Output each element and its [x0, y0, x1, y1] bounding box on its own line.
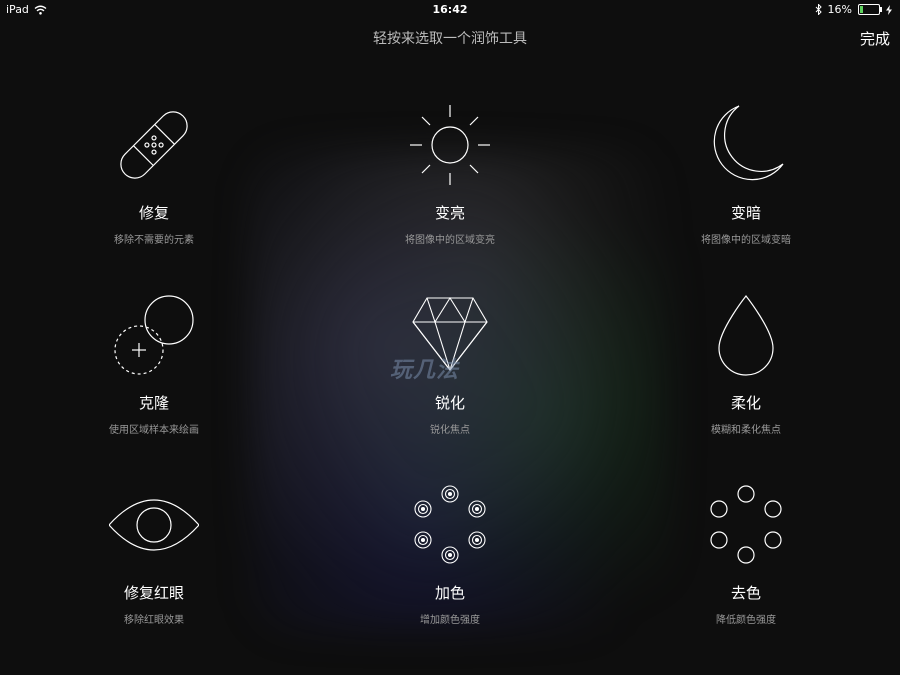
- battery-icon: [858, 4, 882, 15]
- tool-description: 移除红眼效果: [124, 615, 184, 626]
- sun-icon: [410, 105, 490, 185]
- tool-description: 移除不需要的元素: [114, 235, 194, 246]
- tool-soften[interactable]: 柔化 模糊和柔化焦点: [646, 290, 846, 436]
- tool-name: 变亮: [434, 204, 465, 222]
- eye-icon: [109, 499, 199, 551]
- saturate-dots-icon: [414, 485, 486, 564]
- tool-name: 柔化: [730, 394, 761, 412]
- tool-description: 将图像中的区域变暗: [701, 235, 791, 246]
- tool-description: 模糊和柔化焦点: [711, 425, 781, 436]
- tool-name: 锐化: [434, 394, 465, 412]
- bluetooth-icon: [815, 4, 822, 15]
- tool-saturate[interactable]: 加色 增加颜色强度: [350, 480, 550, 626]
- tool-description: 将图像中的区域变亮: [405, 235, 495, 246]
- desaturate-dots-icon: [710, 485, 782, 564]
- status-bar: iPad 16:42 16%: [0, 0, 900, 20]
- tool-name: 修复: [138, 204, 169, 222]
- battery-percent: 16%: [827, 3, 852, 16]
- watermark-logo: 玩几法: [390, 358, 460, 383]
- tool-name: 修复红眼: [123, 584, 184, 602]
- tool-name: 克隆: [138, 394, 169, 412]
- clock: 16:42: [432, 3, 468, 16]
- drop-icon: [718, 295, 774, 376]
- tool-name: 变暗: [730, 204, 761, 222]
- tool-clone[interactable]: 克隆 使用区域样本来绘画: [54, 290, 254, 436]
- tool-lighten[interactable]: 变亮 将图像中的区域变亮: [350, 100, 550, 246]
- page-title: 轻按来选取一个润饰工具: [373, 31, 527, 47]
- bandage-icon: [120, 111, 188, 179]
- done-button[interactable]: 完成: [860, 28, 890, 49]
- tool-description: 降低颜色强度: [716, 615, 776, 626]
- tool-darken[interactable]: 变暗 将图像中的区域变暗: [646, 100, 846, 246]
- moon-icon: [713, 105, 784, 181]
- charging-bolt-icon: [886, 4, 892, 15]
- tool-description: 锐化焦点: [430, 425, 470, 436]
- tool-red-eye[interactable]: 修复红眼 移除红眼效果: [54, 480, 254, 626]
- tool-name: 加色: [434, 584, 465, 602]
- tool-description: 增加颜色强度: [420, 615, 480, 626]
- tool-heal[interactable]: 修复 移除不需要的元素: [54, 100, 254, 246]
- tool-name: 去色: [730, 584, 761, 602]
- tool-description: 使用区域样本来绘画: [109, 425, 199, 436]
- clone-circles-icon: [114, 295, 194, 375]
- tool-desaturate[interactable]: 去色 降低颜色强度: [646, 480, 846, 626]
